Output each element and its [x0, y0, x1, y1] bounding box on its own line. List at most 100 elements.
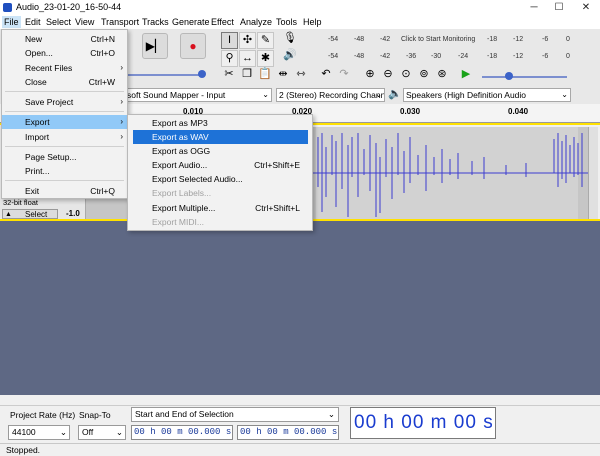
- undo-icon[interactable]: ↶: [319, 67, 333, 82]
- menu-separator: [5, 146, 124, 147]
- play-meter-tick: -6: [542, 53, 549, 60]
- export-labels: Export Labels...: [152, 188, 212, 198]
- close-window-button[interactable]: ✕: [574, 0, 598, 15]
- file-menu-recent-files[interactable]: Recent Files ›: [2, 61, 127, 75]
- file-menu-open[interactable]: Open... Ctrl+O: [2, 46, 127, 60]
- selection-start-value: 00 h 00 m 00.000 s: [134, 427, 232, 437]
- export-multiple[interactable]: Export Multiple... Ctrl+Shift+L: [128, 201, 312, 215]
- export-selected-audio[interactable]: Export Selected Audio...: [128, 172, 312, 186]
- microphone-icon[interactable]: 🎙: [283, 31, 297, 46]
- track-format-label: 32-bit float: [3, 198, 39, 207]
- export-as-mp3[interactable]: Export as MP3: [128, 116, 312, 130]
- trim-icon[interactable]: ⇹: [276, 67, 290, 82]
- project-rate-label: Project Rate (Hz): [10, 410, 76, 420]
- playback-device-value: Speakers (High Definition Audio: [406, 90, 527, 100]
- play-meter-tick: -24: [458, 53, 469, 60]
- zoom-out-icon[interactable]: ⊖: [381, 67, 395, 82]
- playback-speed-slider-thumb[interactable]: [198, 70, 206, 78]
- file-menu-save-project[interactable]: Save Project ›: [2, 95, 127, 109]
- title-bar: Audio_23-01-20_16-50-44 ─ ☐ ✕: [0, 0, 600, 15]
- multi-tool[interactable]: ✱: [257, 50, 274, 67]
- skip-end-button[interactable]: ▶▏: [142, 33, 168, 59]
- minimize-button[interactable]: ─: [522, 0, 546, 15]
- silence-icon[interactable]: ⇿: [294, 67, 308, 82]
- status-bar: Stopped.: [0, 443, 600, 456]
- skip-end-icon: ▶▏: [145, 39, 165, 53]
- file-menu-import[interactable]: Import ›: [2, 130, 127, 144]
- snap-to-value: Off: [82, 427, 94, 437]
- recording-channels-value: 2 (Stereo) Recording Chann: [279, 90, 385, 100]
- export-audio[interactable]: Export Audio... Ctrl+Shift+E: [128, 158, 312, 172]
- selection-mode-select[interactable]: Start and End of Selection ⌄: [131, 407, 339, 422]
- fit-selection-icon[interactable]: ⊙: [399, 67, 413, 82]
- fit-project-icon[interactable]: ⊚: [417, 67, 431, 82]
- selection-end-time[interactable]: 00 h 00 m 00.000 s: [237, 425, 339, 440]
- record-button[interactable]: ●: [180, 33, 206, 59]
- draw-tool[interactable]: ✎: [257, 32, 274, 49]
- project-rate-value: 44100: [12, 427, 36, 437]
- export-as-ogg[interactable]: Export as OGG: [128, 144, 312, 158]
- menu-help[interactable]: Help: [301, 16, 324, 28]
- track-select-button[interactable]: ▲ Select: [2, 209, 58, 219]
- play-meter-tick: 0: [566, 53, 570, 60]
- menu-view[interactable]: View: [73, 16, 96, 28]
- playback-device-select[interactable]: Speakers (High Definition Audio ⌄: [403, 88, 571, 102]
- chevron-down-icon: ⌄: [59, 427, 67, 437]
- recording-device-select[interactable]: soft Sound Mapper - Input ⌄: [124, 88, 272, 102]
- record-meter-tick: -12: [513, 36, 524, 43]
- selection-tool[interactable]: I: [221, 32, 238, 49]
- menu-effect[interactable]: Effect: [209, 16, 236, 28]
- zoom-in-icon[interactable]: ⊕: [363, 67, 377, 82]
- audio-position-value: 00 h 00 m 00 s: [354, 412, 494, 433]
- snap-to-select[interactable]: Off ⌄: [78, 425, 126, 440]
- selection-mode-value: Start and End of Selection: [135, 409, 234, 419]
- export-submenu: Export as MP3 Export as WAV Export as OG…: [127, 114, 313, 231]
- snap-to-label: Snap-To: [79, 410, 111, 420]
- menu-file[interactable]: File: [2, 16, 21, 28]
- play-meter-tick: -54: [328, 53, 339, 60]
- audacity-app-icon: [3, 3, 12, 12]
- file-menu-print[interactable]: Print...: [2, 164, 127, 178]
- menu-generate[interactable]: Generate: [170, 16, 212, 28]
- file-menu-exit[interactable]: Exit Ctrl+Q: [2, 184, 127, 198]
- play-at-speed-icon[interactable]: ▶: [459, 67, 473, 82]
- playback-speed-slider-track[interactable]: [128, 74, 204, 76]
- recording-channels-select[interactable]: 2 (Stereo) Recording Chann ⌄: [276, 88, 385, 102]
- menu-transport[interactable]: Transport: [99, 16, 141, 28]
- menu-edit[interactable]: Edit: [23, 16, 43, 28]
- file-menu-close[interactable]: Close Ctrl+W: [2, 75, 127, 89]
- menu-separator: [5, 91, 124, 92]
- file-menu-export[interactable]: Export ›: [2, 115, 127, 129]
- time-shift-tool[interactable]: ↔: [239, 50, 256, 67]
- multi-tool-icon: ✱: [260, 52, 271, 64]
- copy-icon[interactable]: ❐: [240, 67, 254, 82]
- maximize-button[interactable]: ☐: [547, 0, 571, 15]
- submenu-arrow-icon: ›: [120, 132, 123, 141]
- zoom-toggle-icon[interactable]: ⊛: [435, 67, 449, 82]
- playback-meter[interactable]: -54 -48 -42 -36 -30 -24 -18 -12 -6 0: [300, 50, 600, 63]
- selection-start-time[interactable]: 00 h 00 m 00.000 s: [131, 425, 233, 440]
- menu-tools[interactable]: Tools: [274, 16, 299, 28]
- record-meter[interactable]: -54 -48 -42 Click to Start Monitoring -1…: [300, 33, 600, 46]
- chevron-down-icon: ⌄: [375, 90, 382, 99]
- menu-select[interactable]: Select: [44, 16, 73, 28]
- play-speed-slider-thumb[interactable]: [505, 72, 513, 80]
- menu-tracks[interactable]: Tracks: [140, 16, 171, 28]
- zoom-tool[interactable]: ⚲: [221, 50, 238, 67]
- menu-analyze[interactable]: Analyze: [238, 16, 274, 28]
- audio-position-display[interactable]: 00 h 00 m 00 s: [350, 407, 496, 439]
- file-menu-page-setup[interactable]: Page Setup...: [2, 150, 127, 164]
- export-as-wav[interactable]: Export as WAV: [133, 130, 308, 144]
- play-speed-slider-track[interactable]: [482, 76, 567, 78]
- file-menu-new[interactable]: New Ctrl+N: [2, 32, 127, 46]
- project-rate-select[interactable]: 44100 ⌄: [8, 425, 70, 440]
- cut-icon[interactable]: ✂: [222, 67, 236, 82]
- start-monitoring-label[interactable]: Click to Start Monitoring: [401, 33, 475, 46]
- paste-icon[interactable]: 📋: [258, 67, 272, 82]
- envelope-tool[interactable]: ✣: [239, 32, 256, 49]
- redo-icon[interactable]: ↷: [337, 67, 351, 82]
- zoom-icon: ⚲: [225, 52, 234, 64]
- play-meter-tick: -18: [487, 53, 498, 60]
- selection-toolbar: Project Rate (Hz) 44100 ⌄ Snap-To Off ⌄ …: [0, 405, 600, 443]
- speaker-meter-icon[interactable]: 🔊: [283, 48, 297, 63]
